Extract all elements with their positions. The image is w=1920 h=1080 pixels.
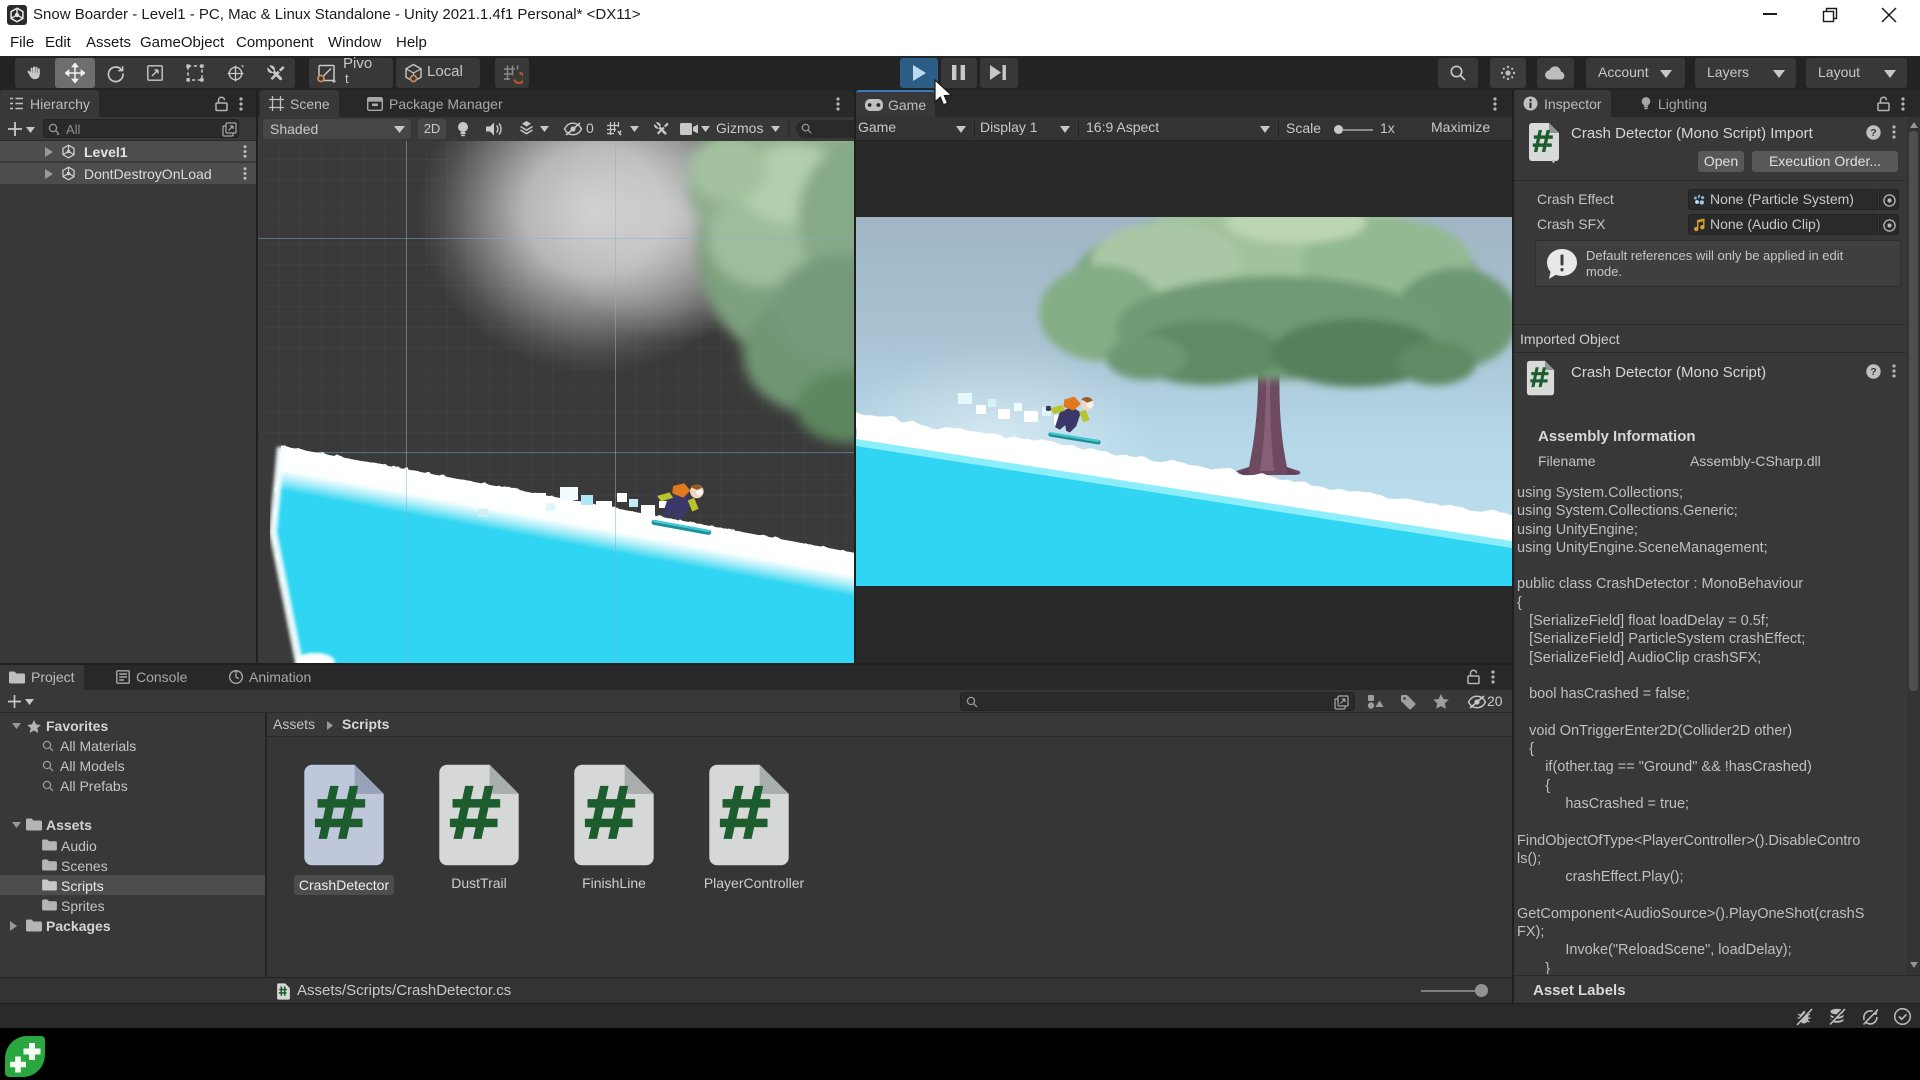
svg-text:?: ?	[1870, 366, 1876, 378]
svg-text:?: ?	[1870, 127, 1876, 139]
